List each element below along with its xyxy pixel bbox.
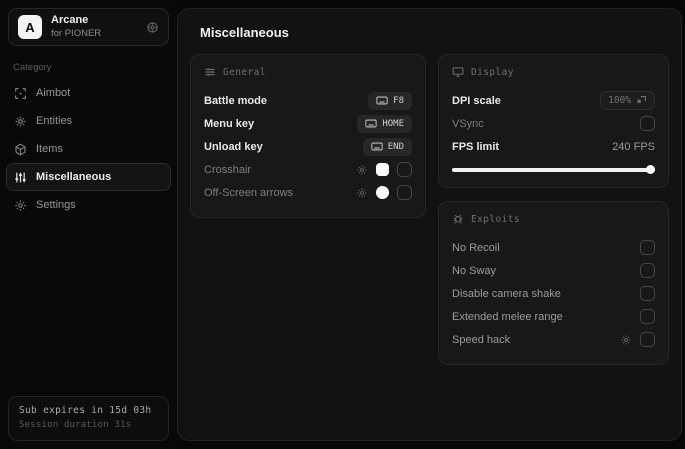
- main-content: Miscellaneous General Battle mode F8 Men…: [177, 8, 682, 441]
- setting-row-vsync: VSync: [452, 112, 655, 135]
- battle-mode-keybind-button[interactable]: F8: [368, 91, 412, 110]
- keyboard-icon: [376, 96, 388, 105]
- setting-label: No Recoil: [452, 241, 500, 254]
- arcane-app-window: A Arcane for PIONER Category Aimbot Enti…: [0, 0, 685, 449]
- app-logo: A: [18, 15, 42, 39]
- setting-label: VSync: [452, 117, 484, 130]
- disable-camera-shake-checkbox[interactable]: [640, 286, 655, 301]
- setting-row-menu-key: Menu key HOME: [204, 112, 412, 135]
- dpi-scale-button[interactable]: 100%: [600, 91, 655, 110]
- keyboard-icon: [371, 142, 383, 151]
- slider-fill: [452, 168, 655, 172]
- sidebar-item-entities[interactable]: Entities: [6, 107, 171, 135]
- dpi-scale-value: 100%: [608, 95, 631, 106]
- entities-icon: [14, 115, 27, 128]
- no-sway-checkbox[interactable]: [640, 263, 655, 278]
- setting-row-crosshair: Crosshair: [204, 158, 412, 181]
- crosshair-config-gear-icon[interactable]: [356, 164, 368, 176]
- offscreen-arrows-config-gear-icon[interactable]: [356, 187, 368, 199]
- setting-label: Crosshair: [204, 163, 252, 176]
- menu-key-keybind-button[interactable]: HOME: [357, 114, 412, 133]
- sidebar-item-items[interactable]: Items: [6, 135, 171, 163]
- setting-label: Unload key: [204, 140, 263, 153]
- monitor-icon: [452, 66, 464, 78]
- settings-icon[interactable]: [146, 21, 159, 34]
- fps-limit-slider[interactable]: [452, 165, 655, 174]
- setting-row-battle-mode: Battle mode F8: [204, 89, 412, 112]
- sub-expiry-text: Sub expires in 15d 03h: [19, 405, 152, 417]
- setting-row-unload-key: Unload key END: [204, 135, 412, 158]
- speed-hack-config-gear-icon[interactable]: [620, 334, 632, 346]
- brand-text: Arcane for PIONER: [51, 14, 137, 40]
- setting-label: DPI scale: [452, 94, 501, 107]
- offscreen-arrows-color-swatch[interactable]: [376, 186, 389, 199]
- gear-icon: [14, 199, 27, 212]
- app-name: Arcane: [51, 14, 89, 27]
- sliders-vertical-icon: [14, 171, 27, 184]
- offscreen-arrows-checkbox[interactable]: [397, 185, 412, 200]
- sidebar-item-label: Items: [36, 143, 63, 155]
- setting-row-fps-limit: FPS limit 240 FPS: [452, 135, 655, 158]
- brand-card: A Arcane for PIONER: [8, 8, 169, 46]
- setting-row-offscreen-arrows: Off-Screen arrows: [204, 181, 412, 204]
- crosshair-color-swatch[interactable]: [376, 163, 389, 176]
- sidebar: A Arcane for PIONER Category Aimbot Enti…: [0, 0, 177, 449]
- app-subtitle: for PIONER: [51, 27, 102, 39]
- unload-key-keybind-button[interactable]: END: [362, 137, 412, 156]
- setting-label: Disable camera shake: [452, 287, 561, 300]
- slider-thumb[interactable]: [646, 165, 655, 174]
- bug-icon: [452, 213, 464, 225]
- no-recoil-checkbox[interactable]: [640, 240, 655, 255]
- scale-icon: [636, 95, 647, 106]
- setting-label: Battle mode: [204, 94, 267, 107]
- extended-melee-range-checkbox[interactable]: [640, 309, 655, 324]
- sidebar-item-miscellaneous[interactable]: Miscellaneous: [6, 163, 171, 191]
- general-panel: General Battle mode F8 Menu key HOME Unl…: [190, 54, 426, 218]
- setting-label: Speed hack: [452, 333, 511, 346]
- sidebar-item-settings[interactable]: Settings: [6, 191, 171, 219]
- sidebar-item-aimbot[interactable]: Aimbot: [6, 79, 171, 107]
- setting-label: Menu key: [204, 117, 255, 130]
- setting-row-speed-hack: Speed hack: [452, 328, 655, 351]
- sidebar-item-label: Settings: [36, 199, 76, 211]
- sidebar-item-label: Miscellaneous: [36, 171, 112, 183]
- keybind-value: END: [387, 141, 404, 152]
- setting-row-dpi-scale: DPI scale 100%: [452, 89, 655, 112]
- category-label: Category: [13, 62, 52, 73]
- sliders-horizontal-icon: [204, 66, 216, 78]
- keybind-value: HOME: [382, 118, 404, 129]
- page-title: Miscellaneous: [200, 25, 289, 40]
- setting-label: Off-Screen arrows: [204, 186, 294, 199]
- session-duration-text: Session duration 31s: [19, 419, 132, 430]
- setting-row-no-sway: No Sway: [452, 259, 655, 282]
- setting-row-no-recoil: No Recoil: [452, 236, 655, 259]
- keyboard-icon: [365, 119, 377, 128]
- sidebar-item-label: Entities: [36, 115, 73, 127]
- sidebar-item-label: Aimbot: [36, 87, 71, 99]
- speed-hack-checkbox[interactable]: [640, 332, 655, 347]
- setting-label: FPS limit: [452, 140, 500, 153]
- setting-label: Extended melee range: [452, 310, 563, 323]
- exploits-panel: Exploits No Recoil No Sway Disable camer…: [438, 201, 669, 365]
- sidebar-nav: Aimbot Entities Items Miscellaneous Sett…: [6, 79, 171, 219]
- viewfinder-icon: [14, 87, 27, 100]
- panel-title: Exploits: [471, 213, 520, 225]
- subscription-info: Sub expires in 15d 03h Session duration …: [8, 396, 169, 441]
- display-panel: Display DPI scale 100% VSync FPS limit 2…: [438, 54, 669, 188]
- crosshair-checkbox[interactable]: [397, 162, 412, 177]
- setting-label: No Sway: [452, 264, 497, 277]
- fps-limit-value: 240 FPS: [612, 140, 655, 153]
- vsync-checkbox[interactable]: [640, 116, 655, 131]
- cube-icon: [14, 143, 27, 156]
- panel-title: Display: [471, 66, 514, 78]
- panel-title: General: [223, 66, 266, 78]
- setting-row-extended-melee-range: Extended melee range: [452, 305, 655, 328]
- keybind-value: F8: [393, 95, 404, 106]
- setting-row-disable-camera-shake: Disable camera shake: [452, 282, 655, 305]
